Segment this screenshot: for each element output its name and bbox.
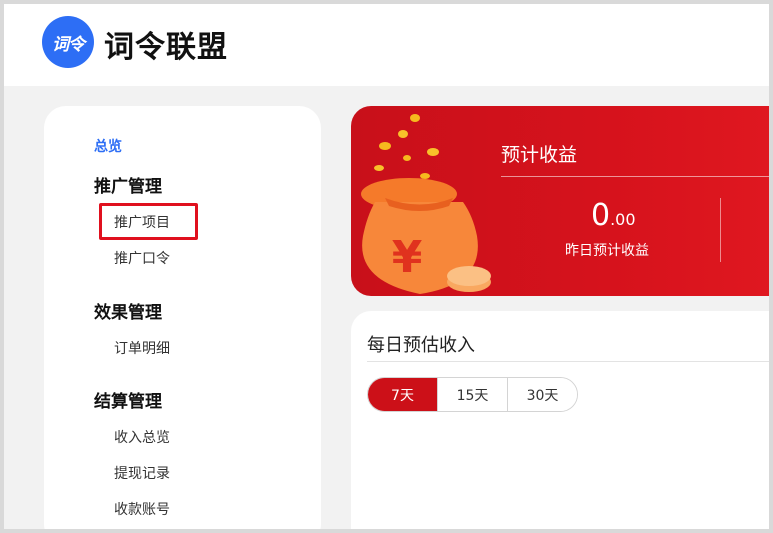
brand-logo[interactable]: 词令 [42,16,94,68]
sidebar-item-promotion-code[interactable]: 推广口令 [114,248,170,268]
amount-decimal: .00 [610,210,636,229]
sidebar-group-performance: 效果管理 [94,303,162,323]
daily-income-title: 每日预估收入 [367,335,475,356]
sidebar-group-settlement: 结算管理 [94,392,162,412]
top-header: 词令 词令联盟 [4,4,769,86]
sidebar-item-order-details[interactable]: 订单明细 [114,338,170,358]
sidebar-item-withdrawal-records[interactable]: 提现记录 [114,463,170,483]
logo-text: 词令 [52,34,85,55]
app-window: 词令 词令联盟 总览 推广管理 推广项目 推广口令 效果管理 订单明细 结算管理… [4,4,769,529]
banner-vertical-divider [720,198,721,262]
currency-symbol: ¥ [392,232,423,283]
yesterday-earnings-amount: 0.00 [591,198,636,233]
sidebar-item-payment-account[interactable]: 收款账号 [114,499,170,519]
money-bag-icon: ¥ [361,114,491,294]
card-divider [367,361,769,362]
brand-name[interactable]: 词令联盟 [104,22,228,66]
sidebar-item-overview[interactable]: 总览 [94,136,122,156]
banner-title: 预计收益 [501,144,578,166]
tab-15-days[interactable]: 15天 [438,378,508,411]
period-tabs: 7天 15天 30天 [367,377,578,412]
sidebar-group-promotion: 推广管理 [94,177,162,197]
sidebar-item-promotion-project[interactable]: 推广项目 [114,212,170,232]
estimated-earnings-banner: ¥ 预计收益 0.00 昨日预计收益 [351,106,769,296]
yesterday-earnings-label: 昨日预计收益 [565,243,649,259]
amount-integer: 0 [591,198,611,233]
sidebar-item-income-overview[interactable]: 收入总览 [114,427,170,447]
tab-7-days[interactable]: 7天 [368,378,438,411]
daily-income-card: 每日预估收入 7天 15天 30天 [351,311,769,529]
sidebar-nav: 总览 推广管理 推广项目 推广口令 效果管理 订单明细 结算管理 收入总览 提现… [44,106,321,529]
tab-30-days[interactable]: 30天 [508,378,577,411]
banner-divider-line [501,176,769,177]
